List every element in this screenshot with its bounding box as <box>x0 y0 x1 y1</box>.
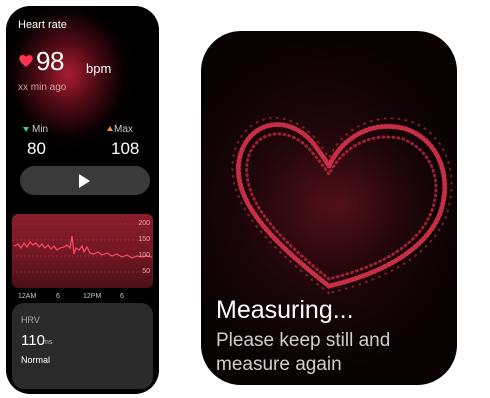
heart-rate-chart-line <box>12 223 153 273</box>
measuring-screen: Measuring... Please keep still and measu… <box>201 31 457 385</box>
x-tick-12am: 12AM <box>18 293 37 300</box>
y-tick-50: 50 <box>142 268 150 275</box>
max-arrow-icon <box>107 126 113 131</box>
max-label: Max <box>114 124 133 135</box>
y-tick-150: 150 <box>138 236 150 243</box>
min-label: Min <box>32 124 49 135</box>
y-tick-100: 100 <box>138 252 150 259</box>
play-icon <box>79 174 90 188</box>
min-value: 80 <box>27 139 46 158</box>
bpm-unit: bpm <box>86 61 112 76</box>
hrv-value: 110 <box>21 332 45 349</box>
page-title: Heart rate <box>18 19 67 31</box>
x-tick-6am: 6 <box>56 293 60 300</box>
hrv-label: HRV <box>21 315 40 325</box>
x-tick-12pm: 12PM <box>83 293 102 300</box>
measure-instruction: Please keep still and measure again <box>216 330 391 375</box>
x-tick-6pm: 6 <box>120 293 124 300</box>
start-measure-button[interactable] <box>20 166 150 195</box>
bpm-value: 98 <box>36 46 64 76</box>
hrv-card[interactable]: HRV 110 ms Normal <box>12 303 153 389</box>
min-arrow-icon <box>23 127 29 132</box>
hrv-unit: ms <box>43 339 53 346</box>
measurement-time: xx min ago <box>18 82 67 93</box>
hrv-status: Normal <box>21 355 51 365</box>
heart-icon <box>19 55 33 67</box>
measuring-heading: Measuring... <box>216 296 354 324</box>
y-tick-200: 200 <box>138 220 150 227</box>
heart-rate-screen: Heart rate 98 bpm xx min ago Min Max 80 … <box>6 6 159 394</box>
max-value: 108 <box>111 139 140 158</box>
